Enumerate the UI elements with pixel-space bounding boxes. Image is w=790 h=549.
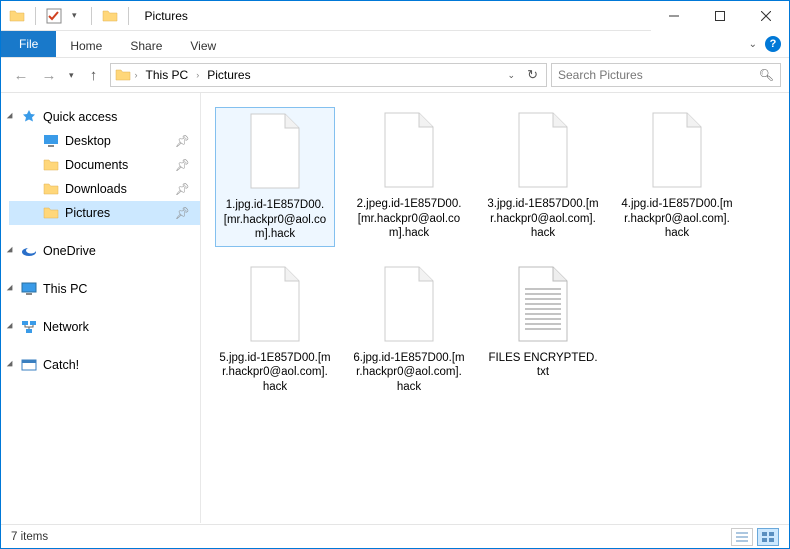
folder-icon xyxy=(43,133,59,149)
star-icon xyxy=(21,109,37,125)
search-input[interactable]: Search Pictures 🔍︎ xyxy=(551,63,781,87)
up-button[interactable]: ↑ xyxy=(82,63,106,87)
maximize-button[interactable] xyxy=(697,1,743,31)
sidebar-item-downloads[interactable]: Downloads 📌︎ xyxy=(9,177,200,201)
sidebar-onedrive[interactable]: OneDrive xyxy=(9,239,200,263)
folder-icon xyxy=(115,67,131,83)
pin-icon[interactable]: 📌︎ xyxy=(175,182,190,196)
titlebar: ▾ Pictures xyxy=(1,1,789,31)
file-item[interactable]: 2.jpeg.id-1E857D00.[mr.hackpr0@aol.com].… xyxy=(349,107,469,247)
folder-icon xyxy=(9,8,25,24)
file-icon xyxy=(511,265,575,351)
chevron-right-icon[interactable]: › xyxy=(196,70,199,80)
sidebar-quick-access[interactable]: Quick access xyxy=(9,105,200,129)
file-icon xyxy=(377,265,441,351)
folder-icon xyxy=(102,8,118,24)
nav-label: Downloads xyxy=(65,182,127,196)
sidebar-item-documents[interactable]: Documents 📌︎ xyxy=(9,153,200,177)
file-name: 6.jpg.id-1E857D00.[mr.hackpr0@aol.com].h… xyxy=(353,351,465,394)
window-title: Pictures xyxy=(145,9,188,23)
pin-icon[interactable]: 📌︎ xyxy=(175,206,190,220)
ribbon-expand-icon[interactable]: ⌄ xyxy=(749,39,757,50)
nav-label: Quick access xyxy=(43,110,117,124)
nav-label: Documents xyxy=(65,158,128,172)
file-icon xyxy=(645,111,709,197)
search-placeholder: Search Pictures xyxy=(558,68,643,82)
separator xyxy=(35,7,36,25)
file-name: 3.jpg.id-1E857D00.[mr.hackpr0@aol.com].h… xyxy=(487,197,599,240)
network-icon xyxy=(21,319,37,335)
nav-label: This PC xyxy=(43,282,87,296)
qat-dropdown-icon[interactable]: ▾ xyxy=(72,10,77,21)
separator xyxy=(91,7,92,25)
sidebar-catch[interactable]: Catch! xyxy=(9,353,200,377)
tab-home[interactable]: Home xyxy=(56,31,116,57)
help-icon[interactable]: ? xyxy=(765,36,781,52)
file-item[interactable]: 3.jpg.id-1E857D00.[mr.hackpr0@aol.com].h… xyxy=(483,107,603,247)
tab-share[interactable]: Share xyxy=(116,31,176,57)
nav-label: Desktop xyxy=(65,134,111,148)
item-count: 7 items xyxy=(11,531,48,543)
file-name: 4.jpg.id-1E857D00.[mr.hackpr0@aol.com].h… xyxy=(621,197,733,240)
file-name: 1.jpg.id-1E857D00.[mr.hackpr0@aol.com].h… xyxy=(220,198,330,241)
addr-dropdown-icon[interactable]: ⌄ xyxy=(508,70,516,81)
file-tab[interactable]: File xyxy=(1,31,56,57)
folder-icon xyxy=(43,181,59,197)
folder-icon xyxy=(43,205,59,221)
file-item[interactable]: 5.jpg.id-1E857D00.[mr.hackpr0@aol.com].h… xyxy=(215,261,335,399)
details-view-button[interactable] xyxy=(731,528,753,546)
separator xyxy=(128,7,129,25)
file-name: FILES ENCRYPTED.txt xyxy=(487,351,599,380)
breadcrumb-thispc[interactable]: This PC xyxy=(142,68,193,82)
nav-label: OneDrive xyxy=(43,244,96,258)
file-icon xyxy=(511,111,575,197)
checkbox-icon[interactable] xyxy=(46,8,62,24)
nav-label: Pictures xyxy=(65,206,110,220)
catch-icon xyxy=(21,357,37,373)
sidebar-item-pictures[interactable]: Pictures 📌︎ xyxy=(9,201,200,225)
sidebar-item-desktop[interactable]: Desktop 📌︎ xyxy=(9,129,200,153)
sidebar-network[interactable]: Network xyxy=(9,315,200,339)
quick-access-toolbar: ▾ Pictures xyxy=(1,7,188,25)
file-icon xyxy=(377,111,441,197)
close-button[interactable] xyxy=(743,1,789,31)
file-item[interactable]: 1.jpg.id-1E857D00.[mr.hackpr0@aol.com].h… xyxy=(215,107,335,247)
search-icon[interactable]: 🔍︎ xyxy=(759,68,774,82)
icons-view-button[interactable] xyxy=(757,528,779,546)
navigation-bar: ← → ▾ ↑ › This PC › Pictures ⌄ ↻ Search … xyxy=(1,57,789,93)
file-name: 5.jpg.id-1E857D00.[mr.hackpr0@aol.com].h… xyxy=(219,351,331,394)
file-view[interactable]: 1.jpg.id-1E857D00.[mr.hackpr0@aol.com].h… xyxy=(201,93,789,523)
back-button[interactable]: ← xyxy=(9,63,33,87)
onedrive-icon xyxy=(21,243,37,259)
navigation-pane: Quick access Desktop 📌︎ Documents 📌︎ Dow… xyxy=(1,93,201,523)
file-icon xyxy=(243,265,307,351)
folder-icon xyxy=(43,157,59,173)
ribbon: File Home Share View ⌄ ? xyxy=(1,31,789,57)
nav-label: Network xyxy=(43,320,89,334)
file-item[interactable]: FILES ENCRYPTED.txt xyxy=(483,261,603,399)
file-icon xyxy=(243,112,307,198)
file-name: 2.jpeg.id-1E857D00.[mr.hackpr0@aol.com].… xyxy=(353,197,465,240)
address-bar[interactable]: › This PC › Pictures ⌄ ↻ xyxy=(110,63,547,87)
file-item[interactable]: 6.jpg.id-1E857D00.[mr.hackpr0@aol.com].h… xyxy=(349,261,469,399)
sidebar-this-pc[interactable]: This PC xyxy=(9,277,200,301)
pin-icon[interactable]: 📌︎ xyxy=(175,134,190,148)
nav-label: Catch! xyxy=(43,358,79,372)
forward-button[interactable]: → xyxy=(37,63,61,87)
pc-icon xyxy=(21,281,37,297)
status-bar: 7 items xyxy=(1,524,789,548)
window-controls xyxy=(651,1,789,31)
refresh-icon[interactable]: ↻ xyxy=(527,67,538,83)
history-dropdown-icon[interactable]: ▾ xyxy=(69,70,74,81)
tab-view[interactable]: View xyxy=(176,31,230,57)
file-item[interactable]: 4.jpg.id-1E857D00.[mr.hackpr0@aol.com].h… xyxy=(617,107,737,247)
chevron-right-icon[interactable]: › xyxy=(135,70,138,80)
breadcrumb-pictures[interactable]: Pictures xyxy=(203,68,254,82)
pin-icon[interactable]: 📌︎ xyxy=(175,158,190,172)
minimize-button[interactable] xyxy=(651,1,697,31)
